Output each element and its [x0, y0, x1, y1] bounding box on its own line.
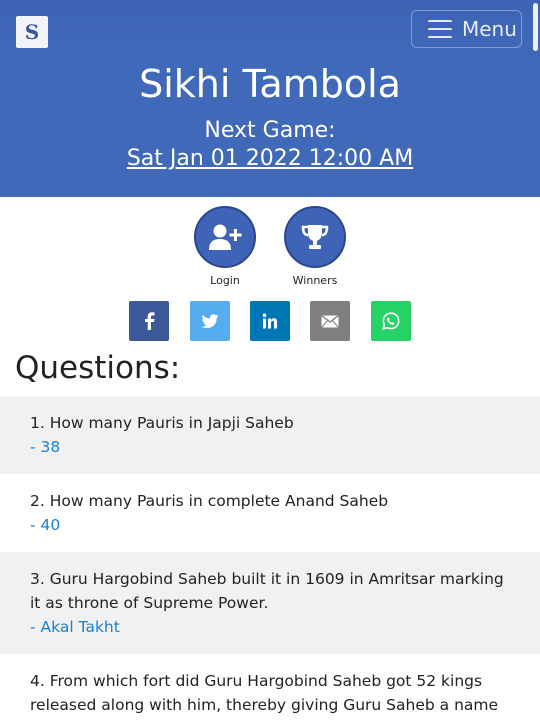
question-text: 2. How many Pauris in complete Anand Sah… — [30, 492, 389, 510]
winners-label: Winners — [292, 274, 338, 287]
next-game-date-link[interactable]: Sat Jan 01 2022 12:00 AM — [0, 145, 540, 173]
twitter-share-button[interactable] — [190, 301, 230, 341]
hamburger-icon — [428, 20, 452, 38]
logo-text: S — [24, 20, 40, 44]
facebook-share-button[interactable] — [129, 301, 169, 341]
question-item: 1. How many Pauris in Japji Saheb - 38 — [0, 396, 540, 474]
linkedin-icon — [262, 313, 277, 329]
user-plus-icon — [209, 224, 242, 250]
action-buttons: Login Winners — [0, 206, 540, 287]
page-title: Sikhi Tambola — [139, 62, 401, 106]
question-text: 3. Guru Hargobind Saheb built it in 1609… — [30, 570, 504, 612]
login-label: Login — [210, 274, 240, 287]
question-item: 4. From which fort did Guru Hargobind Sa… — [0, 654, 540, 720]
answer-text: - 40 — [30, 516, 61, 534]
trophy-icon — [301, 225, 329, 249]
question-item: 3. Guru Hargobind Saheb built it in 1609… — [0, 552, 540, 654]
whatsapp-icon — [382, 312, 400, 330]
menu-button[interactable]: Menu — [411, 10, 522, 48]
answer-text: - 38 — [30, 438, 61, 456]
scrollbar-thumb[interactable] — [533, 3, 538, 51]
answer-text: - Akal Takht — [30, 618, 120, 636]
email-share-button[interactable] — [310, 301, 350, 341]
question-text: 4. From which fort did Guru Hargobind Sa… — [30, 672, 499, 714]
questions-heading: Questions: — [15, 350, 181, 386]
menu-label: Menu — [462, 17, 517, 41]
hero-banner: Sikhi Tambola Next Game: Sat Jan 01 2022… — [0, 62, 540, 197]
facebook-icon — [145, 312, 155, 330]
next-game-label: Next Game: — [204, 118, 336, 143]
login-button[interactable]: Login — [185, 206, 265, 287]
whatsapp-share-button[interactable] — [371, 301, 411, 341]
share-buttons — [0, 301, 540, 341]
site-logo[interactable]: S — [16, 16, 48, 48]
login-circle[interactable] — [194, 206, 256, 268]
email-icon — [321, 314, 339, 328]
question-text: 1. How many Pauris in Japji Saheb — [30, 414, 294, 432]
twitter-icon — [201, 313, 219, 328]
navbar: S Menu — [0, 0, 540, 62]
winners-circle[interactable] — [284, 206, 346, 268]
winners-button[interactable]: Winners — [275, 206, 355, 287]
linkedin-share-button[interactable] — [250, 301, 290, 341]
question-item: 2. How many Pauris in complete Anand Sah… — [0, 474, 540, 552]
